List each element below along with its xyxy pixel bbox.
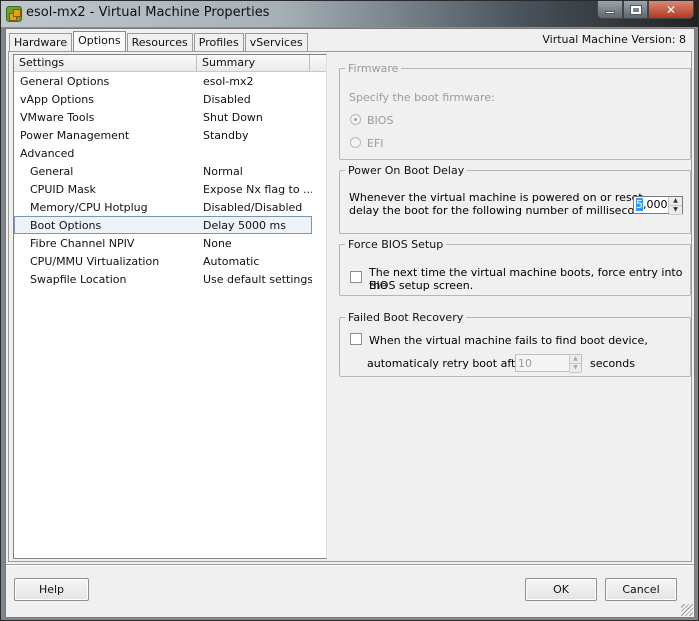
force-bios-checkbox[interactable] bbox=[350, 271, 362, 283]
cancel-button[interactable]: Cancel bbox=[605, 578, 677, 601]
options-tab-page: Settings Summary General Options esol-mx2… bbox=[8, 51, 692, 562]
setting-summary: esol-mx2 bbox=[203, 74, 254, 88]
boot-delay-value-rest: ,000 bbox=[643, 198, 668, 211]
ok-button[interactable]: OK bbox=[525, 578, 597, 601]
setting-name: Advanced bbox=[20, 146, 75, 160]
dialog-client-area: Hardware Options Resources Profiles vSer… bbox=[5, 28, 695, 618]
force-bios-legend: Force BIOS Setup bbox=[348, 238, 444, 251]
force-bios-setup-group: Force BIOS Setup The next time the virtu… bbox=[339, 238, 691, 296]
tab-strip: Hardware Options Resources Profiles vSer… bbox=[9, 31, 309, 52]
boot-delay-selected-digit: 5 bbox=[636, 198, 643, 211]
close-icon: ✕ bbox=[665, 2, 677, 17]
setting-summary: Automatic bbox=[203, 254, 260, 268]
setting-name: Power Management bbox=[20, 128, 130, 142]
failed-recovery-legend: Failed Boot Recovery bbox=[348, 311, 464, 324]
firmware-prompt: Specify the boot firmware: bbox=[349, 91, 495, 104]
setting-summary: Disabled/Disabled bbox=[203, 200, 303, 214]
setting-summary: Expose Nx flag to ... bbox=[203, 182, 312, 196]
setting-name: Fibre Channel NPIV bbox=[30, 236, 135, 250]
spin-up-icon[interactable]: ▲ bbox=[569, 355, 581, 364]
setting-name: CPUID Mask bbox=[30, 182, 96, 196]
spin-up-icon[interactable]: ▲ bbox=[669, 197, 682, 206]
button-bar-separator bbox=[6, 564, 694, 566]
tab-vservices[interactable]: vServices bbox=[244, 33, 308, 51]
tab-options[interactable]: Options bbox=[73, 31, 126, 52]
retry-label: automaticaly retry boot after bbox=[367, 357, 527, 370]
maximize-button[interactable] bbox=[623, 1, 648, 19]
column-header-settings[interactable]: Settings bbox=[14, 55, 197, 71]
settings-row[interactable]: CPU/MMU Virtualization Automatic bbox=[14, 252, 326, 270]
setting-name: vApp Options bbox=[20, 92, 94, 106]
boot-delay-spin-buttons: ▲ ▼ bbox=[668, 197, 682, 215]
setting-name: VMware Tools bbox=[20, 110, 95, 124]
tab-hardware[interactable]: Hardware bbox=[9, 33, 73, 51]
tab-resources[interactable]: Resources bbox=[126, 33, 193, 51]
column-header-summary[interactable]: Summary bbox=[197, 55, 310, 71]
column-header-filler bbox=[310, 55, 326, 71]
force-bios-line2: BIOS setup screen. bbox=[369, 279, 474, 292]
setting-name: Boot Options bbox=[30, 218, 102, 232]
setting-summary: Standby bbox=[203, 128, 249, 142]
resize-grip-icon[interactable] bbox=[681, 604, 693, 616]
help-button[interactable]: Help bbox=[14, 578, 89, 601]
maximize-icon bbox=[629, 4, 642, 15]
list-header: Settings Summary bbox=[14, 55, 326, 72]
settings-row[interactable]: CPUID Mask Expose Nx flag to ... bbox=[14, 180, 326, 198]
boot-delay-line2: delay the boot for the following number … bbox=[349, 204, 658, 217]
minimize-icon bbox=[605, 11, 615, 14]
setting-summary: Disabled bbox=[203, 92, 251, 106]
settings-rows: General Options esol-mx2 vApp Options Disab… bbox=[14, 72, 326, 288]
efi-radio[interactable] bbox=[350, 137, 361, 148]
settings-list: Settings Summary General Options esol-mx2… bbox=[13, 54, 327, 559]
settings-row[interactable]: Power Management Standby bbox=[14, 126, 326, 144]
setting-summary: Delay 5000 ms bbox=[203, 218, 286, 232]
setting-summary: None bbox=[203, 236, 232, 250]
minimize-button[interactable] bbox=[597, 1, 623, 19]
vm-properties-window: esol-mx2 - Virtual Machine Properties ✕ … bbox=[0, 0, 699, 621]
setting-summary: Normal bbox=[203, 164, 243, 178]
boot-delay-line1: Whenever the virtual machine is powered … bbox=[349, 191, 647, 204]
settings-row[interactable]: General Options esol-mx2 bbox=[14, 72, 326, 90]
settings-row[interactable]: Fibre Channel NPIV None bbox=[14, 234, 326, 252]
setting-summary: Use default settings bbox=[203, 272, 312, 286]
failed-boot-recovery-group: Failed Boot Recovery When the virtual ma… bbox=[339, 311, 691, 377]
boot-delay-input[interactable]: 5,000 bbox=[634, 197, 668, 213]
window-title: esol-mx2 - Virtual Machine Properties bbox=[26, 5, 270, 20]
setting-name: CPU/MMU Virtualization bbox=[30, 254, 160, 268]
retry-seconds-input[interactable] bbox=[516, 355, 569, 371]
boot-delay-spinner[interactable]: 5,000 ▲ ▼ bbox=[633, 196, 683, 215]
spin-down-icon[interactable]: ▼ bbox=[669, 206, 682, 215]
bios-label: BIOS bbox=[367, 114, 394, 127]
settings-row[interactable]: VMware Tools Shut Down bbox=[14, 108, 326, 126]
settings-row[interactable]: vApp Options Disabled bbox=[14, 90, 326, 108]
setting-name: General Options bbox=[20, 74, 110, 88]
close-button[interactable]: ✕ bbox=[648, 1, 694, 19]
retry-seconds-spinner[interactable]: ▲ ▼ bbox=[515, 354, 582, 373]
setting-name: Memory/CPU Hotplug bbox=[30, 200, 148, 214]
settings-row[interactable]: Swapfile Location Use default settings bbox=[14, 270, 326, 288]
boot-delay-legend: Power On Boot Delay bbox=[348, 164, 465, 177]
setting-name: General bbox=[30, 164, 74, 178]
settings-row[interactable]: General Normal bbox=[14, 162, 326, 180]
setting-summary: Shut Down bbox=[203, 110, 263, 124]
tab-profiles[interactable]: Profiles bbox=[193, 33, 244, 51]
vsphere-client-icon bbox=[6, 6, 22, 22]
bios-radio[interactable] bbox=[350, 114, 361, 125]
setting-name: Swapfile Location bbox=[30, 272, 127, 286]
power-on-boot-delay-group: Power On Boot Delay Whenever the virtual… bbox=[339, 164, 691, 234]
vm-version-label: Virtual Machine Version: 8 bbox=[542, 33, 686, 46]
efi-label: EFI bbox=[367, 137, 384, 150]
settings-row[interactable]: Boot Options Delay 5000 ms bbox=[14, 216, 312, 234]
settings-row[interactable]: Advanced bbox=[14, 144, 326, 162]
retry-boot-checkbox[interactable] bbox=[350, 333, 362, 345]
retry-unit-label: seconds bbox=[590, 357, 635, 370]
failed-recovery-line1: When the virtual machine fails to find b… bbox=[369, 334, 648, 347]
firmware-group: Firmware Specify the boot firmware: BIOS… bbox=[339, 62, 691, 160]
spin-down-icon[interactable]: ▼ bbox=[569, 364, 581, 373]
retry-spin-buttons: ▲ ▼ bbox=[568, 355, 581, 373]
title-bar[interactable]: esol-mx2 - Virtual Machine Properties ✕ bbox=[1, 1, 698, 27]
settings-row[interactable]: Memory/CPU Hotplug Disabled/Disabled bbox=[14, 198, 326, 216]
window-controls: ✕ bbox=[597, 1, 694, 20]
firmware-legend: Firmware bbox=[348, 62, 399, 75]
